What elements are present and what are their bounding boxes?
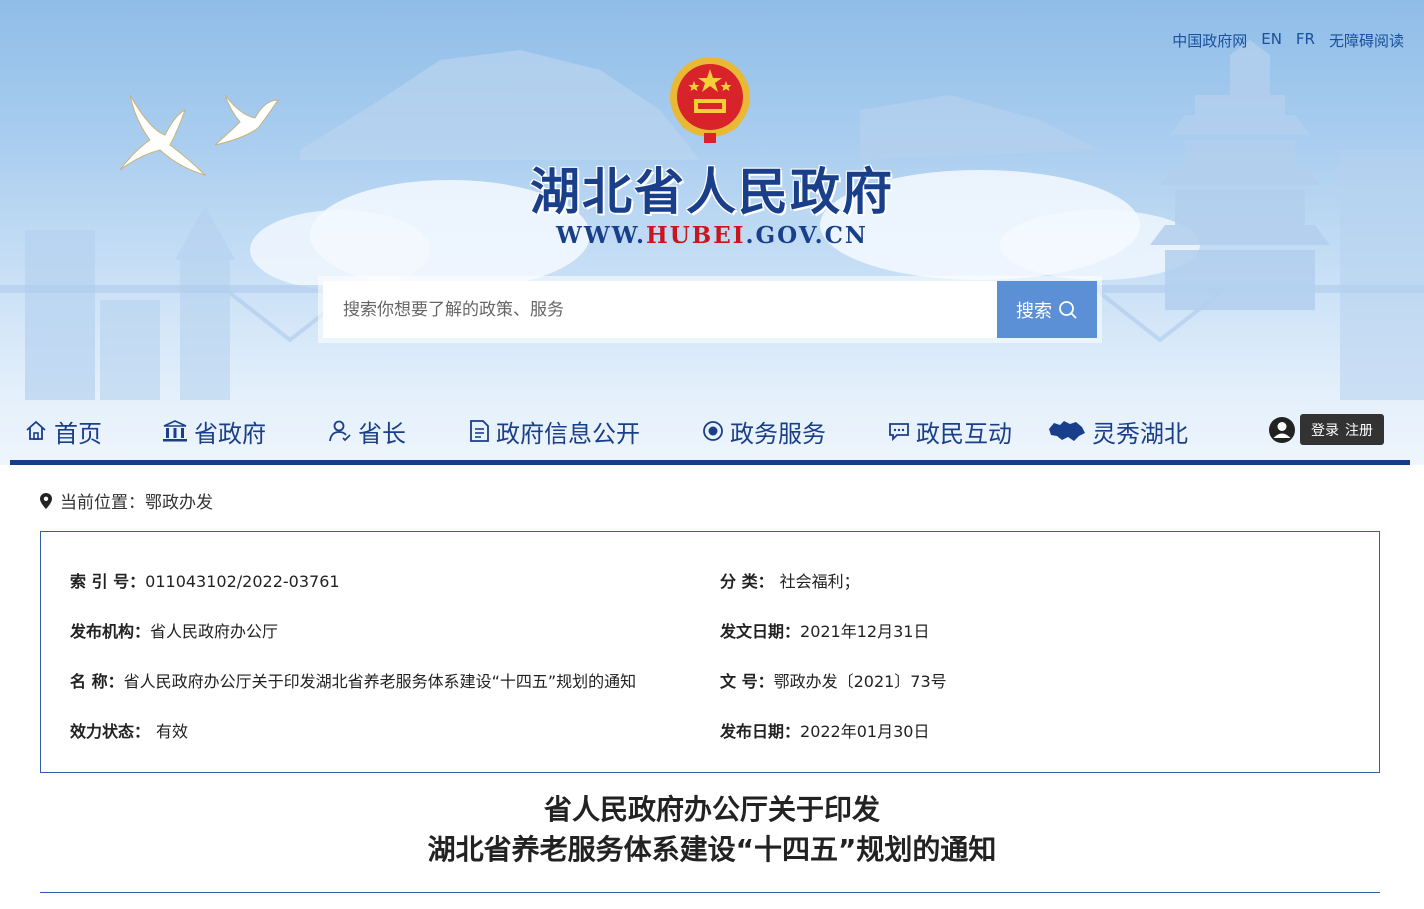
meta-publisher-value: 省人民政府办公厅: [150, 622, 279, 641]
meta-publisher: 发布机构：省人民政府办公厅: [70, 618, 278, 642]
nav-item-label: 省长: [358, 419, 406, 448]
meta-doc-number: 文 号：鄂政办发〔2021〕73号: [720, 668, 947, 692]
meta-issue-date-label: 发文日期：: [720, 622, 801, 641]
hubei-map-icon: [1049, 421, 1085, 441]
site-url-prefix: WWW.: [556, 222, 646, 249]
meta-category-value: 社会福利；: [779, 572, 860, 591]
meta-index: 索 引 号：011043102/2022-03761: [70, 568, 340, 592]
nav-item-governor[interactable]: 省长: [328, 414, 406, 449]
main-nav: 首页 省政府 省长 政府信息公开 政务服务 政民互动 灵秀湖北: [24, 408, 1400, 454]
search-button[interactable]: 搜索: [997, 281, 1097, 338]
header-banner: 中国政府网 EN FR 无障碍阅读 湖北省人民政府 WWW.HUBEI.GOV.…: [0, 0, 1424, 465]
location-pin-icon: [40, 492, 52, 509]
site-url: WWW.HUBEI.GOV.CN: [0, 222, 1424, 249]
home-icon: [26, 420, 46, 440]
breadcrumb: 当前位置： 鄂政办发: [40, 488, 213, 513]
national-emblem-icon: [670, 57, 750, 143]
site-url-highlight: HUBEI: [645, 222, 746, 249]
breadcrumb-prefix: 当前位置：: [60, 493, 145, 513]
user-avatar-icon[interactable]: [1268, 416, 1296, 444]
user-area: 登录 注册: [1268, 414, 1384, 445]
search-box: 搜索: [323, 281, 1097, 338]
meta-category: 分 类： 社会福利；: [720, 568, 860, 592]
meta-status: 效力状态： 有效: [70, 718, 188, 742]
site-title: 湖北省人民政府: [530, 163, 894, 221]
site-url-suffix: .GOV.CN: [745, 222, 868, 249]
nav-item-label: 政府信息公开: [496, 419, 640, 448]
top-link-fr[interactable]: FR: [1296, 30, 1315, 51]
breadcrumb-current[interactable]: 鄂政办发: [145, 488, 213, 513]
meta-publish-date-value: 2022年01月30日: [800, 722, 930, 741]
nav-item-home[interactable]: 首页: [24, 414, 102, 449]
search-bar: 搜索: [318, 276, 1102, 343]
meta-doc-number-label: 文 号：: [720, 672, 774, 691]
meta-publish-date-label: 发布日期：: [720, 722, 801, 741]
meta-index-value: 011043102/2022-03761: [145, 572, 340, 591]
nav-item-label: 灵秀湖北: [1092, 419, 1188, 448]
building-icon: [163, 420, 187, 442]
person-icon: [329, 420, 351, 442]
login-register-button[interactable]: 登录 注册: [1300, 414, 1384, 445]
chat-icon: [889, 423, 909, 442]
top-link-accessibility[interactable]: 无障碍阅读: [1329, 30, 1404, 51]
document-icon: [470, 420, 489, 442]
nav-item-province-gov[interactable]: 省政府: [162, 414, 266, 449]
meta-publish-date: 发布日期：2022年01月30日: [720, 718, 929, 742]
nav-item-lingxiu-hubei[interactable]: 灵秀湖北: [1048, 414, 1188, 449]
nav-item-interaction[interactable]: 政民互动: [888, 414, 1012, 449]
meta-status-value: 有效: [156, 722, 189, 741]
top-link-en[interactable]: EN: [1261, 30, 1282, 51]
meta-name-label: 名 称：: [70, 672, 124, 691]
document-title-line-2: 湖北省养老服务体系建设“十四五”规划的通知: [427, 833, 997, 866]
meta-name: 名 称：省人民政府办公厅关于印发湖北省养老服务体系建设“十四五”规划的通知: [70, 668, 636, 692]
top-link-gov-cn[interactable]: 中国政府网: [1172, 30, 1247, 51]
login-link[interactable]: 登录: [1311, 420, 1339, 440]
meta-category-label: 分 类：: [720, 572, 774, 591]
nav-item-gov-info[interactable]: 政府信息公开: [468, 414, 640, 449]
nav-item-label: 政务服务: [730, 419, 826, 448]
meta-issue-date-value: 2021年12月31日: [800, 622, 930, 641]
title-divider: [40, 892, 1380, 893]
search-button-label: 搜索: [1016, 300, 1052, 322]
nav-item-gov-service[interactable]: 政务服务: [702, 414, 826, 449]
document-title-line-1: 省人民政府办公厅关于印发: [543, 793, 880, 826]
register-link[interactable]: 注册: [1345, 420, 1373, 440]
meta-name-value: 省人民政府办公厅关于印发湖北省养老服务体系建设“十四五”规划的通知: [123, 672, 637, 691]
meta-publisher-label: 发布机构：: [70, 622, 151, 641]
nav-item-label: 政民互动: [916, 419, 1012, 448]
meta-doc-number-value: 鄂政办发〔2021〕73号: [773, 672, 947, 691]
service-icon: [703, 421, 723, 441]
meta-status-label: 效力状态：: [70, 722, 151, 741]
nav-item-label: 省政府: [194, 419, 266, 448]
meta-index-label: 索 引 号：: [70, 572, 146, 591]
search-input[interactable]: [323, 281, 997, 338]
top-links: 中国政府网 EN FR 无障碍阅读: [1172, 30, 1404, 51]
search-icon: [1059, 300, 1077, 319]
nav-item-label: 首页: [54, 419, 102, 448]
meta-issue-date: 发文日期：2021年12月31日: [720, 618, 929, 642]
